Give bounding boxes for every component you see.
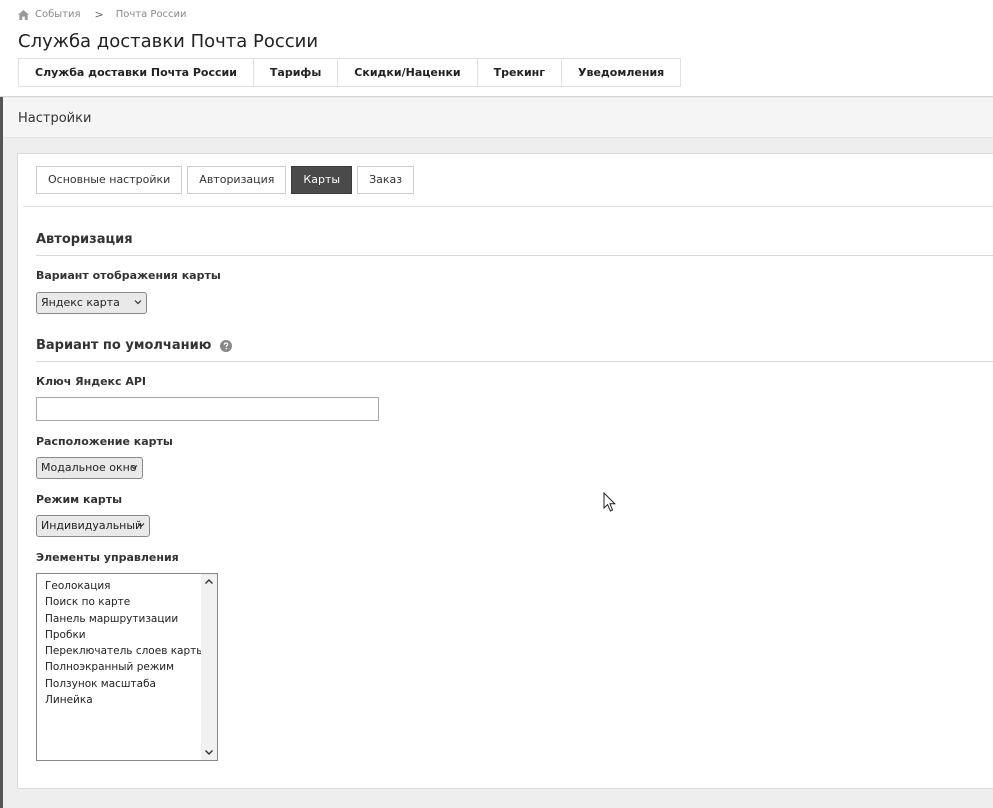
home-icon (18, 9, 29, 20)
breadcrumb-home-link[interactable]: События (35, 9, 81, 20)
list-item[interactable]: Геолокация (45, 578, 217, 594)
controls-label: Элементы управления (36, 551, 179, 564)
section-title: Настройки (18, 111, 92, 126)
sub-tabs: Основные настройки Авторизация Карты Зак… (36, 166, 415, 194)
controls-listbox[interactable]: Геолокация Поиск по карте Панель маршрут… (36, 573, 218, 761)
chevron-down-icon (134, 300, 142, 305)
chevron-down-icon (137, 523, 145, 528)
list-item[interactable]: Панель маршрутизации (45, 611, 217, 627)
settings-card: Основные настройки Авторизация Карты Зак… (17, 153, 993, 789)
controls-options: Геолокация Поиск по карте Панель маршрут… (37, 574, 217, 708)
left-edge-bar (0, 97, 3, 808)
section-header: Настройки (3, 98, 993, 138)
breadcrumb: События > Почта России (18, 8, 187, 21)
map-variant-value: Яндекс карта (41, 296, 120, 309)
subtab-maps[interactable]: Карты (291, 166, 353, 194)
list-item[interactable]: Поиск по карте (45, 594, 217, 610)
map-position-select[interactable]: Модальное окно (36, 457, 143, 479)
chevron-down-icon[interactable] (204, 747, 214, 757)
list-item[interactable]: Ползунок масштаба (45, 676, 217, 692)
page: События > Почта России Служба доставки П… (0, 0, 993, 808)
list-item[interactable]: Пробки (45, 627, 217, 643)
breadcrumb-separator: > (94, 8, 104, 21)
map-variant-select[interactable]: Яндекс карта (36, 292, 147, 314)
main-tabs: Служба доставки Почта России Тарифы Скид… (18, 58, 682, 87)
section-heading-default-text: Вариант по умолчанию (36, 338, 212, 353)
map-variant-label: Вариант отображения карты (36, 269, 221, 282)
list-item[interactable]: Линейка (45, 692, 217, 708)
subtab-authorization[interactable]: Авторизация (187, 166, 287, 194)
help-circle-icon[interactable] (220, 339, 233, 352)
listbox-scrollbar[interactable] (201, 574, 217, 760)
breadcrumb-current[interactable]: Почта России (116, 9, 187, 20)
map-position-value: Модальное окно (41, 461, 137, 474)
chevron-down-icon (130, 465, 138, 470)
mouse-pointer-icon (603, 492, 617, 512)
list-item[interactable]: Переключатель слоев карты (45, 643, 217, 659)
map-mode-label: Режим карты (36, 493, 123, 506)
api-key-input[interactable] (36, 397, 379, 421)
section-heading-default: Вариант по умолчанию (36, 338, 233, 353)
tab-tariffs[interactable]: Тарифы (254, 59, 339, 86)
map-mode-value: Индивидуальный (41, 519, 143, 532)
top-header: События > Почта России Служба доставки П… (0, 0, 993, 97)
tabs-divider (23, 206, 993, 207)
tab-tracking[interactable]: Трекинг (478, 59, 562, 86)
chevron-up-icon[interactable] (204, 577, 214, 587)
section-divider (36, 361, 993, 362)
map-mode-select[interactable]: Индивидуальный (36, 515, 150, 537)
map-position-label: Расположение карты (36, 435, 173, 448)
page-title: Служба доставки Почта России (18, 31, 319, 52)
api-key-label: Ключ Яндекс API (36, 375, 147, 388)
subtab-main-settings[interactable]: Основные настройки (36, 166, 183, 194)
section-heading-auth: Авторизация (36, 232, 133, 247)
tab-delivery-service[interactable]: Служба доставки Почта России (19, 59, 254, 86)
section-divider (36, 255, 993, 256)
tab-discounts[interactable]: Скидки/Наценки (338, 59, 478, 86)
list-item[interactable]: Полноэкранный режим (45, 659, 217, 675)
subtab-order[interactable]: Заказ (357, 166, 415, 194)
tab-notifications[interactable]: Уведомления (562, 59, 680, 86)
